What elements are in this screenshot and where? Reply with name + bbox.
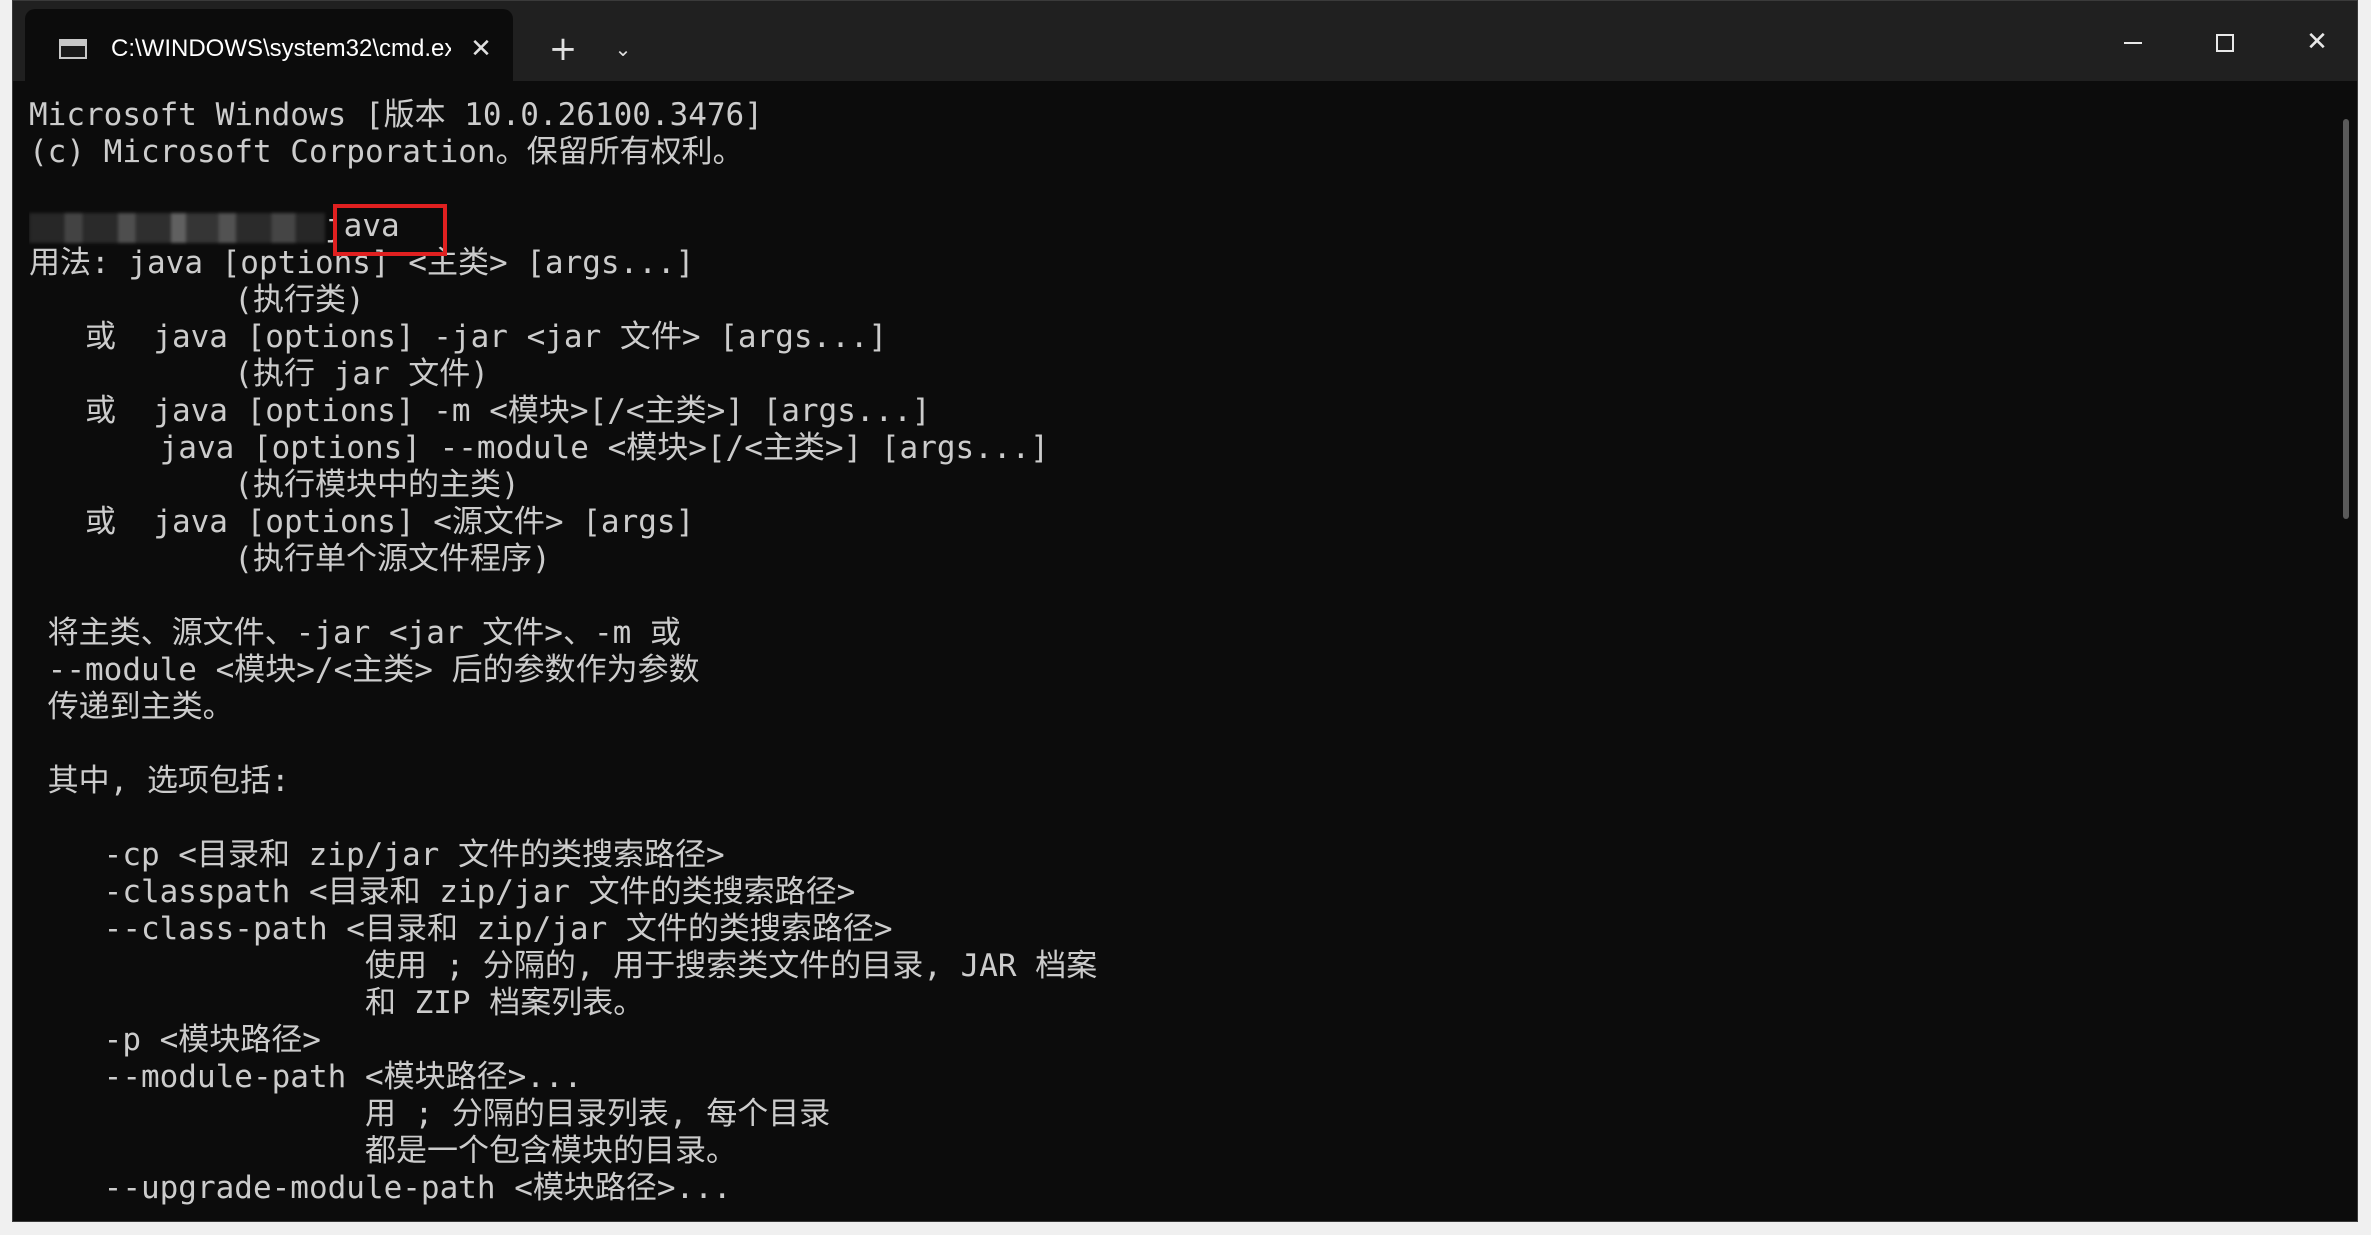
console-line: java [options] --module <模块>[/<主类>] [arg… [29,430,1049,466]
redacted-prompt-path [29,212,325,243]
tab-title: C:\WINDOWS\system32\cmd.exe [111,35,451,62]
console-line: 或 java [options] -m <模块>[/<主类>] [args...… [29,393,931,429]
console-line: 和 ZIP 档案列表。 [29,985,645,1021]
minimize-icon [2124,41,2142,44]
console-line: 传递到主类。 [29,689,234,725]
console-line: (执行单个源文件程序) [29,541,551,577]
console-line: (执行模块中的主类) [29,467,520,503]
console-output[interactable]: Microsoft Windows [版本 10.0.26100.3476] (… [29,97,2319,1217]
prompt-line: java [29,204,2319,256]
console-line: (c) Microsoft Corporation。保留所有权利。 [29,134,744,170]
console-line: (执行类) [29,282,365,318]
console-line: --module-path <模块路径>... [29,1059,583,1095]
title-bar: C:\WINDOWS\system32\cmd.exe ✕ + ⌄ ✕ [13,1,2357,81]
console-line: Microsoft Windows [版本 10.0.26100.3476] [29,97,763,133]
console-line: 其中, 选项包括: [29,763,290,799]
terminal-window: C:\WINDOWS\system32\cmd.exe ✕ + ⌄ ✕ Micr… [12,0,2358,1222]
command-highlight-box [333,204,447,256]
plus-icon[interactable]: + [543,29,583,69]
close-icon[interactable]: ✕ [465,33,497,65]
console-line: --upgrade-module-path <模块路径>... [29,1170,732,1206]
cmd-app-icon [59,39,87,59]
console-line: 或 java [options] -jar <jar 文件> [args...] [29,319,888,355]
tab-cmd[interactable]: C:\WINDOWS\system32\cmd.exe ✕ [25,9,513,81]
console-line: (执行 jar 文件) [29,356,489,392]
console-line: 都是一个包含模块的目录。 [29,1133,737,1169]
maximize-button[interactable] [2195,17,2255,67]
console-line: -classpath <目录和 zip/jar 文件的类搜索路径> [29,874,856,910]
console-line: 将主类、源文件、-jar <jar 文件>、-m 或 [29,615,681,651]
console-line: -cp <目录和 zip/jar 文件的类搜索路径> [29,837,725,873]
console-line: --module <模块>/<主类> 后的参数作为参数 [29,652,700,688]
chevron-down-icon[interactable]: ⌄ [605,31,641,67]
window-close-button[interactable]: ✕ [2287,17,2347,67]
console-line: 用 ; 分隔的目录列表, 每个目录 [29,1096,831,1132]
console-line: --class-path <目录和 zip/jar 文件的类搜索路径> [29,911,893,947]
vertical-scrollbar[interactable] [2343,119,2349,519]
maximize-icon [2216,33,2234,52]
console-line: 使用 ; 分隔的, 用于搜索类文件的目录, JAR 档案 [29,948,1098,984]
console-line: -p <模块路径> [29,1022,321,1058]
console-line: 或 java [options] <源文件> [args] [29,504,695,540]
minimize-button[interactable] [2103,17,2163,67]
